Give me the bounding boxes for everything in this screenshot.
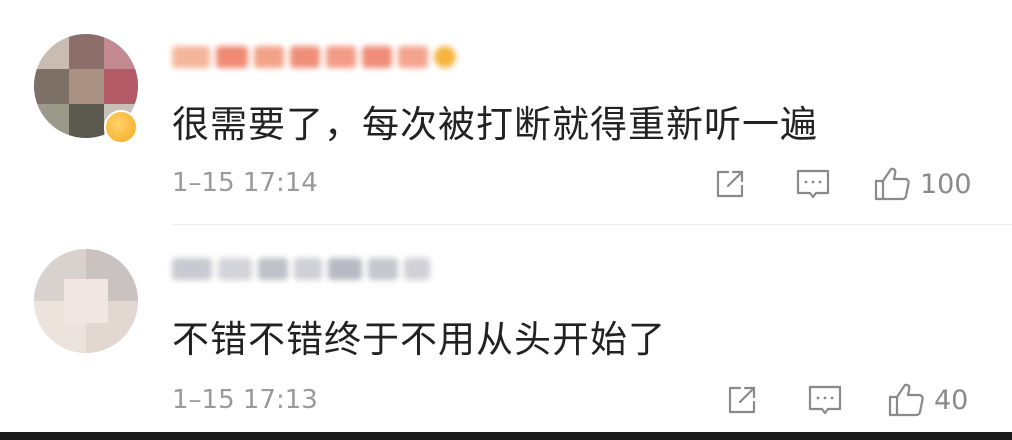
share-icon — [728, 386, 756, 414]
like-button[interactable]: 40 — [886, 380, 968, 420]
like-button[interactable]: 100 — [872, 164, 972, 204]
share-button[interactable] — [724, 382, 760, 418]
bottom-border — [0, 432, 1012, 440]
comment-text: 很需要了，每次被打断就得重新听一遍 — [172, 103, 818, 146]
username-blurred[interactable] — [172, 258, 436, 288]
comment-icon — [808, 385, 842, 415]
reply-button[interactable] — [794, 166, 832, 202]
like-count: 100 — [920, 168, 972, 200]
avatar[interactable] — [34, 249, 138, 353]
comment-text: 不错不错终于不用从头开始了 — [172, 318, 666, 361]
like-count: 40 — [934, 384, 969, 416]
share-button[interactable] — [712, 166, 748, 202]
username-blurred[interactable] — [172, 46, 462, 76]
thumbs-up-icon — [888, 383, 924, 417]
comment-time: 1–15 17:13 — [172, 385, 318, 415]
comment-item: 很需要了，每次被打断就得重新听一遍 1–15 17:14 100 — [0, 0, 1012, 225]
reply-button[interactable] — [806, 382, 844, 418]
comment-time: 1–15 17:14 — [172, 168, 318, 198]
comment-icon — [796, 169, 830, 199]
comment-item: 不错不错终于不用从头开始了 1–15 17:13 40 — [0, 225, 1012, 432]
vip-badge-icon — [104, 110, 138, 144]
share-icon — [716, 170, 744, 198]
thumbs-up-icon — [874, 167, 910, 201]
